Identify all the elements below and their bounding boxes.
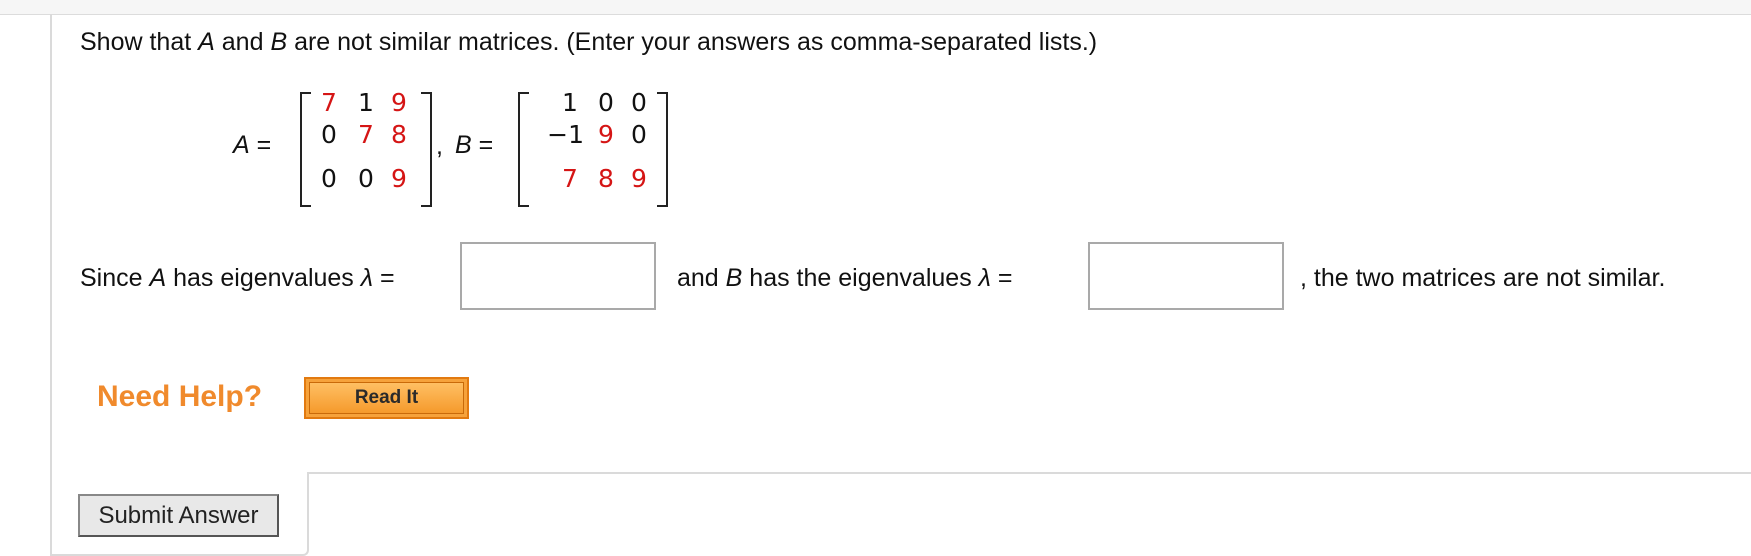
matrix-a-cell-0-0: 7 [321,88,337,117]
matrix-b-cell-2-1: 8 [598,164,614,193]
matrix-b-cell-0-1: 0 [598,88,614,117]
matrix-a-cell-1-1: 7 [358,120,374,149]
matrix-a-name: A [233,131,250,159]
matrix-b-right-bracket [657,92,668,207]
question-rest: are not similar matrices. (Enter your an… [287,28,1098,56]
matrix-a-cell-1-0: 0 [321,120,337,149]
matrix-a-cell-2-0: 0 [321,164,337,193]
eigenvalues-b-input[interactable] [1088,242,1284,310]
eigen-sentence-b: and B has the eigenvalues λ = [677,264,1013,292]
need-help-label: Need Help? [97,380,263,413]
footer-divider-vertical [307,472,309,540]
question-lead: Show that [80,28,199,56]
matrix-separator: , [436,132,443,160]
eigen-var-b: B [725,264,743,292]
matrix-b-cell-2-2: 9 [631,164,647,193]
matrix-b-cell-0-2: 0 [631,88,647,117]
read-it-button[interactable]: Read It [304,377,469,419]
footer-divider [307,472,1751,474]
matrix-a-left-bracket [300,92,311,207]
matrix-a-cell-1-2: 8 [391,120,407,149]
matrix-a-right-bracket [421,92,432,207]
submit-answer-button[interactable]: Submit Answer [78,494,279,537]
question-var-b: B [270,28,288,56]
matrix-a-cell-0-1: 1 [358,88,374,117]
lambda-symbol: λ [978,264,991,292]
matrix-a-cell-2-2: 9 [391,164,407,193]
matrix-b-name: B [455,131,472,159]
top-strip [0,0,1751,15]
eigenvalues-a-input[interactable] [460,242,656,310]
question-mid: and [214,28,271,56]
lambda-symbol: λ [360,264,374,292]
matrix-b-left-bracket [518,92,529,207]
matrix-b-cell-1-0: −1 [547,120,584,149]
panel-bottom-border [50,540,309,556]
matrix-b-cell-0-0: 1 [562,88,578,117]
question-var-a: A [198,28,215,56]
matrix-b-equals: = [478,131,494,159]
matrix-b-cell-2-0: 7 [562,164,578,193]
matrix-a-label: A = [233,131,271,160]
matrix-a-cell-2-1: 0 [358,164,374,193]
matrix-b-label: B = [455,131,493,160]
eigen-sentence-a: Since A has eigenvalues λ = [80,264,395,292]
matrix-a-equals: = [256,131,272,159]
matrix-a-cell-0-2: 9 [391,88,407,117]
question-text: Show that A and B are not similar matric… [80,28,1097,57]
read-it-label: Read It [309,382,464,414]
eigen-sentence-tail: , the two matrices are not similar. [1300,264,1666,292]
matrix-b-cell-1-2: 0 [631,120,647,149]
matrix-b-cell-1-1: 9 [598,120,614,149]
eigen-var-a: A [149,264,167,292]
